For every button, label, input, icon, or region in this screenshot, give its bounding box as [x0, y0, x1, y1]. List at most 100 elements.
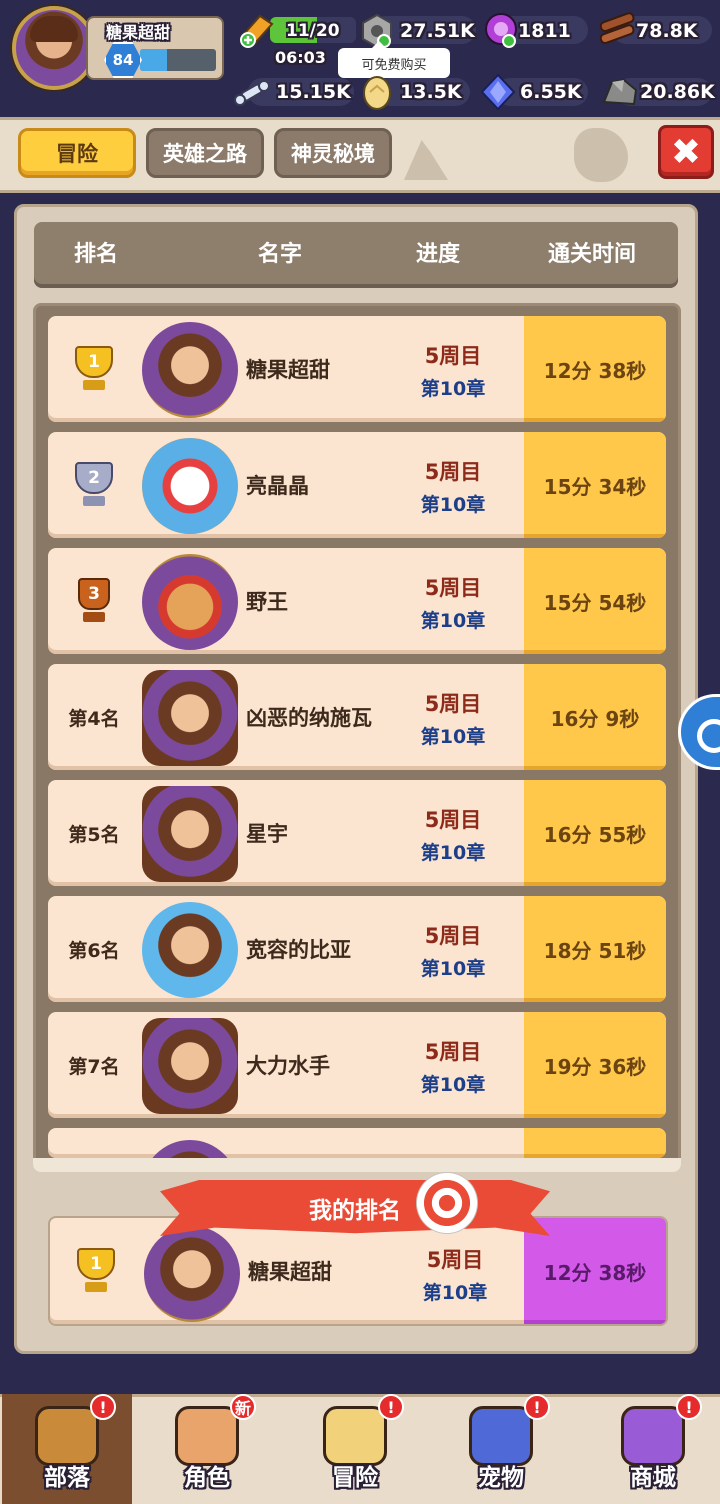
close-button[interactable]: ✖ — [658, 125, 714, 179]
chapter-label: 第10章 — [420, 842, 486, 864]
table-row[interactable]: 第4名 凶恶的纳施瓦 5周目 第10章 16分 9秒 — [48, 664, 666, 770]
my-rank-ribbon: 我的排名 — [160, 1180, 550, 1236]
hero-portrait — [142, 1140, 238, 1158]
rank-label: 第6名 — [68, 939, 120, 962]
snowman-portrait — [142, 438, 238, 534]
table-row[interactable]: 第7名 大力水手 5周目第10章 19分 36秒 — [48, 1012, 666, 1118]
tribe-hut-icon — [35, 1406, 99, 1466]
chapter-label: 第10章 — [420, 494, 486, 516]
cycle-label: 5周目 — [424, 808, 482, 832]
nav-pet[interactable]: 宠物! — [436, 1394, 566, 1504]
player-avatar[interactable] — [12, 6, 96, 90]
tribal-portrait — [142, 670, 238, 766]
new-badge: 新 — [230, 1394, 256, 1420]
cycle-label: 5周目 — [424, 924, 482, 948]
energy-timer: 06:03 — [275, 47, 326, 67]
nav-adventure-map[interactable]: 冒险! — [290, 1394, 420, 1504]
gold-trophy-icon: 1 — [67, 344, 121, 394]
character-icon — [175, 1406, 239, 1466]
nav-character[interactable]: 角色 新 — [142, 1394, 272, 1504]
resource-bone-value: 15.15K — [276, 81, 351, 103]
bronze-trophy-icon: 3 — [67, 576, 121, 626]
table-row[interactable]: 1 糖果超甜 5周目 第10章 12分 38秒 — [48, 316, 666, 422]
chapter-label: 第10章 — [420, 958, 486, 980]
tab-spirit-realm[interactable]: 神灵秘境 — [274, 128, 392, 178]
silver-trophy-icon: 2 — [67, 460, 121, 510]
rank-label: 第5名 — [68, 823, 120, 846]
resource-hex-nut-value: 27.51K — [400, 20, 475, 42]
gingerbread-portrait — [142, 554, 238, 650]
chapter-label: 第10章 — [420, 1074, 486, 1096]
table-row-partial[interactable] — [48, 1128, 666, 1158]
progress-cell: 5周目第10章 — [398, 780, 508, 886]
progress-cell: 5周目 第10章 — [398, 664, 508, 770]
nav-label: 商城 — [630, 1465, 676, 1491]
ice-portrait — [142, 902, 238, 998]
rank-number: 2 — [75, 462, 113, 494]
table-row[interactable]: 第5名 星宇 5周目 第10章 16分 55秒 — [48, 780, 666, 886]
resource-crystal-value: 6.55K — [520, 81, 582, 103]
table-row[interactable]: 2 亮晶晶 5周目第10章 15分 34秒 — [48, 432, 666, 538]
my-rank-title: 我的排名 — [309, 1198, 401, 1224]
rank-cell: 3 — [48, 548, 140, 654]
rank-label: 第7名 — [68, 1055, 120, 1078]
player-name-cell: 野王 — [246, 590, 288, 614]
pet-icon — [469, 1406, 533, 1466]
header-name: 名字 — [257, 242, 302, 267]
close-icon: ✖ — [670, 131, 702, 173]
cycle-label: 5周目 — [424, 692, 482, 716]
gold-egg-icon — [363, 76, 391, 110]
nav-label: 冒险 — [332, 1465, 378, 1491]
nav-shop[interactable]: 商城! — [588, 1394, 718, 1504]
adventure-map-icon — [323, 1406, 387, 1466]
tribal-portrait — [142, 786, 238, 882]
cycle-label: 5周目 — [424, 1040, 482, 1064]
target-icon — [416, 1172, 478, 1234]
xp-bar — [140, 49, 216, 71]
my-cycle: 5周目 — [426, 1248, 484, 1272]
clear-time-cell: 18分 51秒 — [524, 896, 666, 1002]
tab-hero-road[interactable]: 英雄之路 — [146, 128, 264, 178]
clear-time-cell: 19分 36秒 — [524, 1012, 666, 1118]
clear-time-cell: 15分 34秒 — [524, 432, 666, 538]
rank-cell: 2 — [48, 432, 140, 538]
nav-tribe-hut[interactable]: 部落! — [2, 1394, 132, 1504]
clear-time-cell — [524, 1128, 666, 1158]
shop-icon — [621, 1406, 685, 1466]
player-name-cell: 亮晶晶 — [246, 474, 309, 498]
chapter-label: 第10章 — [420, 610, 486, 632]
rank-cell: 第4名 — [48, 664, 140, 770]
energy-meat-icon[interactable] — [238, 10, 276, 48]
energy-count: 11/20 — [286, 21, 340, 41]
hero-portrait — [142, 322, 238, 418]
player-name-cell: 星宇 — [246, 822, 288, 846]
rank-cell: 第7名 — [48, 1012, 140, 1118]
player-name-cell: 大力水手 — [246, 1054, 330, 1078]
chapter-label: 第10章 — [420, 378, 486, 400]
tribal-portrait — [142, 1018, 238, 1114]
my-progress: 5周目 第10章 — [400, 1218, 510, 1324]
rank-label: 第4名 — [68, 707, 120, 730]
header-clear-time: 通关时间 — [547, 242, 636, 267]
table-row[interactable]: 3 野王 5周目 第10章 15分 54秒 — [48, 548, 666, 654]
alert-badge: ! — [90, 1394, 116, 1420]
gold-trophy-icon: 1 — [69, 1246, 123, 1296]
cycle-label: 5周目 — [424, 460, 482, 484]
progress-cell: 5周目 第10章 — [398, 316, 508, 422]
player-name-cell: 糖果超甜 — [246, 358, 330, 382]
clear-time-cell: 16分 55秒 — [524, 780, 666, 886]
clear-time-cell: 16分 9秒 — [524, 664, 666, 770]
player-name: 糖果超甜 — [106, 23, 171, 42]
header-rank: 排名 — [73, 242, 118, 267]
tab-adventure[interactable]: 冒险 — [18, 128, 136, 178]
player-name-cell: 凶恶的纳施瓦 — [246, 706, 372, 730]
purple-gem-icon — [485, 13, 517, 48]
cycle-label: 5周目 — [424, 576, 482, 600]
xp-bar-fill — [140, 49, 167, 71]
nav-label: 部落 — [44, 1465, 90, 1491]
resource-stone-value: 20.86K — [640, 81, 715, 103]
rank-number: 1 — [75, 346, 113, 378]
rank-number: 3 — [78, 578, 110, 610]
table-row[interactable]: 第6名 宽容的比亚 5周目 第10章 18分 51秒 — [48, 896, 666, 1002]
clear-time-cell: 12分 38秒 — [524, 316, 666, 422]
